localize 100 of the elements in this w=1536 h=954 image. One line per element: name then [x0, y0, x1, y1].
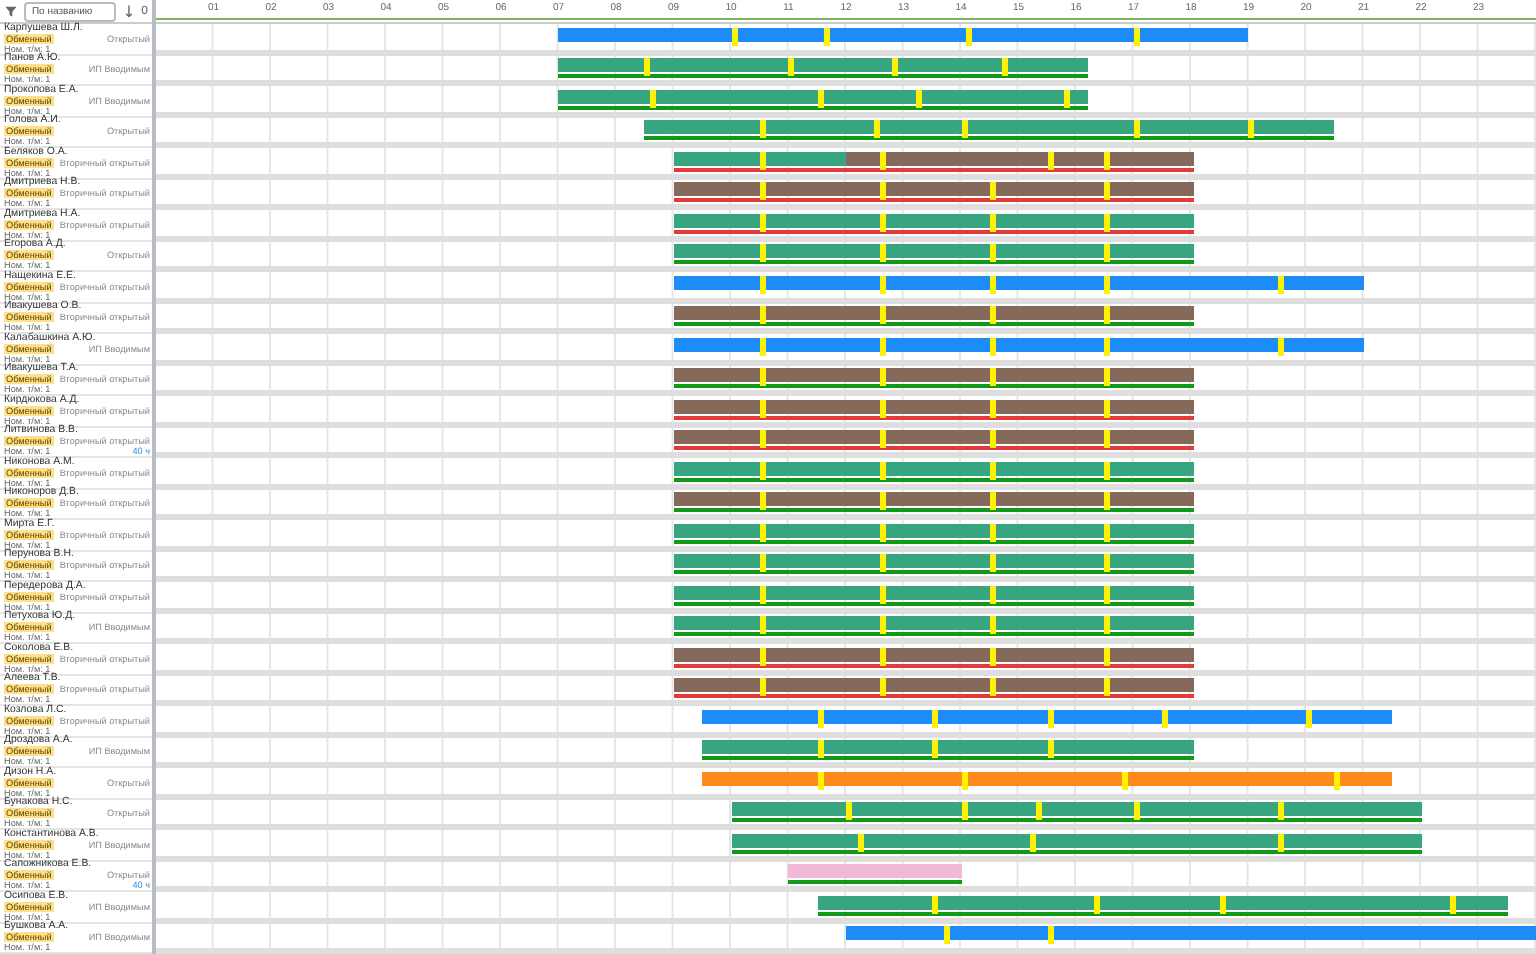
shift-bar[interactable]	[673, 306, 1194, 320]
break-marker	[1035, 802, 1042, 820]
shift-bar[interactable]	[673, 616, 1194, 630]
break-marker	[759, 678, 766, 696]
shift-bar[interactable]	[673, 213, 1194, 227]
shift-bar[interactable]	[673, 492, 1194, 506]
break-marker	[759, 151, 766, 169]
break-marker	[880, 337, 887, 355]
break-marker	[874, 120, 881, 138]
break-marker	[880, 647, 887, 665]
break-marker	[1093, 895, 1100, 913]
shift-bar[interactable]	[731, 833, 1421, 847]
break-marker	[1219, 895, 1226, 913]
break-marker	[1306, 709, 1313, 727]
break-marker	[932, 740, 939, 758]
shift-bar[interactable]	[673, 244, 1194, 258]
break-marker	[880, 430, 887, 448]
break-marker	[880, 244, 887, 262]
break-marker	[817, 740, 824, 758]
break-marker	[759, 182, 766, 200]
break-marker	[880, 492, 887, 510]
break-marker	[1277, 275, 1284, 293]
break-marker	[989, 554, 996, 572]
filter-icon[interactable]	[4, 4, 18, 18]
shift-bar[interactable]	[673, 430, 1194, 444]
break-marker	[880, 585, 887, 603]
break-marker	[989, 213, 996, 231]
shift-bar[interactable]	[673, 275, 1364, 289]
shift-bar[interactable]	[673, 647, 1194, 661]
shift-bar[interactable]	[702, 709, 1393, 723]
break-marker	[1122, 771, 1129, 789]
break-marker	[1133, 802, 1140, 820]
break-marker	[989, 368, 996, 386]
break-marker	[989, 585, 996, 603]
break-marker	[1248, 120, 1255, 138]
break-marker	[1277, 833, 1284, 851]
shift-bar[interactable]	[731, 802, 1421, 816]
shift-bar[interactable]	[702, 740, 1194, 754]
break-marker	[1104, 523, 1111, 541]
break-marker	[1104, 585, 1111, 603]
break-marker	[989, 399, 996, 417]
break-marker	[1133, 120, 1140, 138]
break-marker	[1104, 554, 1111, 572]
break-marker	[880, 554, 887, 572]
shift-bar[interactable]	[673, 585, 1194, 599]
break-marker	[880, 616, 887, 634]
break-marker	[788, 58, 795, 76]
break-marker	[1064, 89, 1071, 107]
break-marker	[989, 430, 996, 448]
break-marker	[1104, 461, 1111, 479]
shift-bar[interactable]	[673, 523, 1194, 537]
shift-bar[interactable]	[817, 895, 1508, 909]
shift-bar[interactable]	[846, 151, 1194, 165]
break-marker	[915, 89, 922, 107]
shift-bar[interactable]	[644, 120, 1335, 134]
shift-bar[interactable]	[673, 678, 1194, 692]
shift-bar[interactable]	[702, 771, 1393, 785]
break-marker	[1047, 151, 1054, 169]
break-marker	[759, 492, 766, 510]
break-marker	[731, 27, 738, 45]
break-marker	[966, 27, 973, 45]
shift-bar[interactable]	[558, 27, 1249, 41]
break-marker	[989, 275, 996, 293]
break-marker	[989, 647, 996, 665]
shift-bar[interactable]	[673, 461, 1194, 475]
break-marker	[759, 275, 766, 293]
break-marker	[1104, 399, 1111, 417]
break-marker	[759, 430, 766, 448]
shift-bar[interactable]	[558, 58, 1088, 72]
break-marker	[880, 151, 887, 169]
break-marker	[1104, 430, 1111, 448]
break-marker	[759, 337, 766, 355]
sort-icon[interactable]	[121, 4, 136, 18]
break-marker	[1104, 678, 1111, 696]
break-marker	[961, 802, 968, 820]
break-marker	[989, 616, 996, 634]
break-marker	[759, 461, 766, 479]
break-marker	[759, 120, 766, 138]
break-marker	[989, 492, 996, 510]
break-marker	[1104, 616, 1111, 634]
shift-bar[interactable]	[673, 399, 1194, 413]
break-marker	[823, 27, 830, 45]
shift-bar[interactable]	[673, 151, 846, 165]
break-marker	[1001, 58, 1008, 76]
break-marker	[989, 306, 996, 324]
break-marker	[759, 213, 766, 231]
break-marker	[1104, 337, 1111, 355]
break-marker	[989, 182, 996, 200]
break-marker	[817, 771, 824, 789]
break-marker	[1277, 802, 1284, 820]
break-marker	[759, 523, 766, 541]
break-marker	[759, 647, 766, 665]
shift-bar[interactable]	[673, 182, 1194, 196]
break-marker	[880, 523, 887, 541]
break-marker	[1104, 182, 1111, 200]
shift-bar[interactable]	[558, 89, 1088, 103]
shift-bar[interactable]	[673, 337, 1364, 351]
break-marker	[857, 833, 864, 851]
shift-bar[interactable]	[673, 554, 1194, 568]
shift-bar[interactable]	[673, 368, 1194, 382]
